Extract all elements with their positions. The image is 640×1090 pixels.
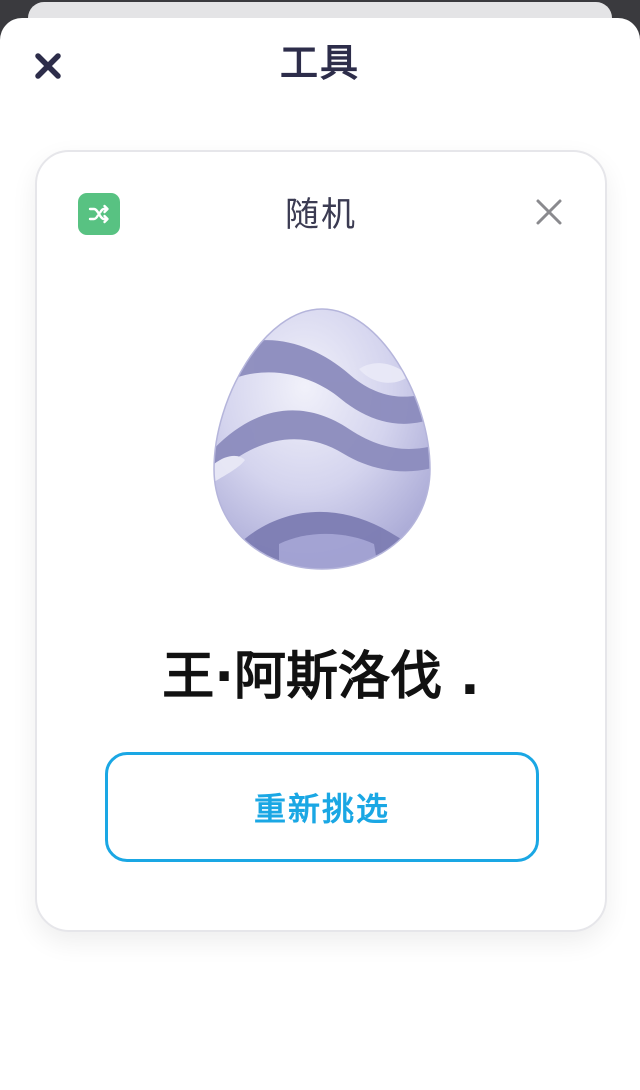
sheet-title: 工具 <box>279 41 360 85</box>
random-result-name: 王·阿斯洛伐 . <box>162 647 480 707</box>
card-title: 随机 <box>285 195 357 235</box>
random-tool-card: 随机 王·阿斯洛伐 . 重新挑选 <box>35 150 607 932</box>
close-icon <box>536 199 562 225</box>
card-close-button[interactable] <box>527 190 571 234</box>
sheet-header: 工具 <box>0 18 640 114</box>
egg-illustration <box>213 308 431 570</box>
repick-button[interactable]: 重新挑选 <box>105 752 539 862</box>
tools-sheet: 工具 随机 王·阿斯洛伐 . 重新挑选 <box>0 18 640 1090</box>
